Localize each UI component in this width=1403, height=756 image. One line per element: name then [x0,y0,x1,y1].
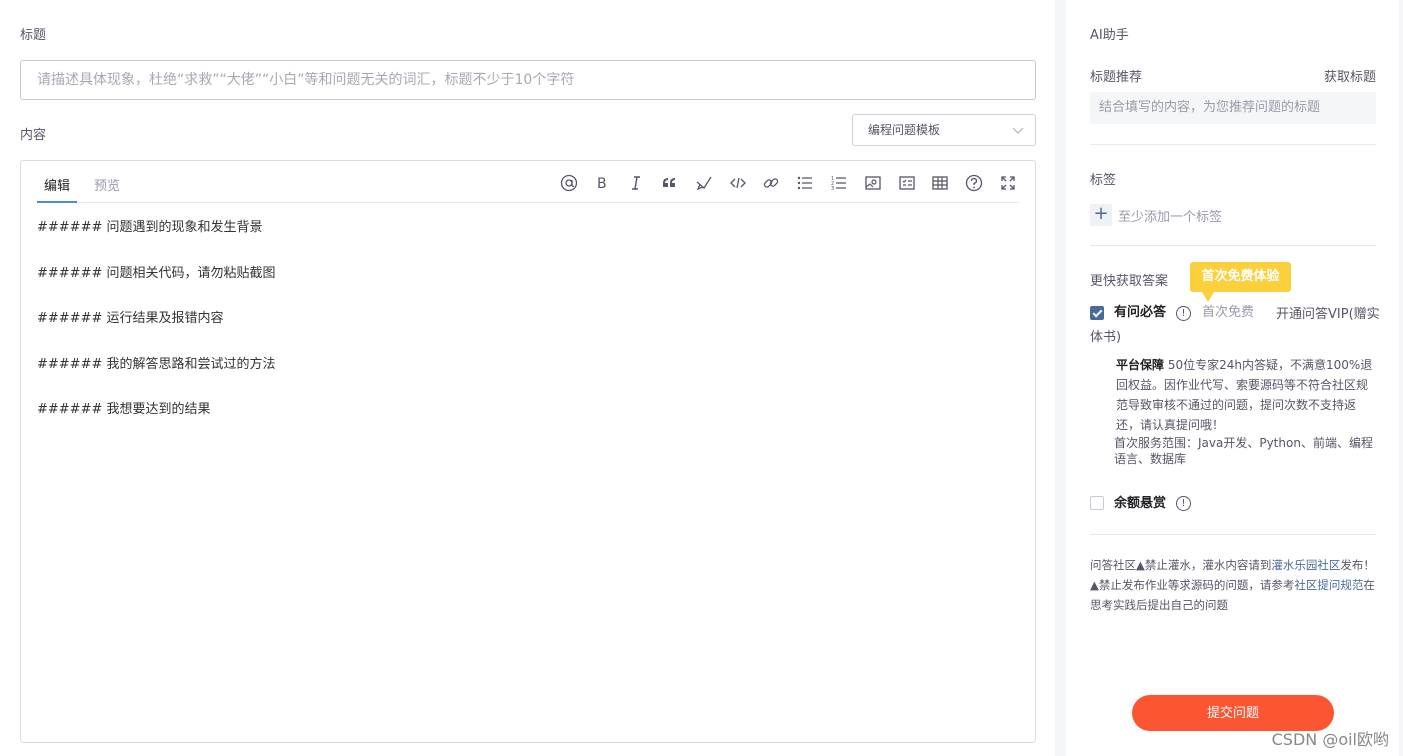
add-tag-label: 至少添加一个标签 [1118,209,1223,225]
chevron-down-icon [1012,127,1024,134]
guarantee-title: 平台保障 [1116,358,1165,372]
community-notice: 问答社区▲禁止灌水，灌水内容请到灌水乐园社区发布！▲禁止发布作业等求源码的问题，… [1090,555,1380,615]
info-icon[interactable]: ! [1176,496,1191,511]
community-rules-link[interactable]: 社区提问规范 [1294,578,1363,592]
water-park-link[interactable]: 灌水乐园社区 [1271,558,1340,572]
question-editor-panel: 标题 请描述具体现象，杜绝“求救”“大佬”“小白”等和问题无关的词汇，标题不少于… [0,0,1055,756]
content-line: ###### 我想要达到的结果 [37,402,211,417]
at-icon[interactable] [558,172,580,194]
active-tab-indicator [37,201,77,203]
title-recommend-box[interactable]: 结合填写的内容，为您推荐问题的标题 [1090,92,1376,124]
notice-text: 问答社区▲禁止灌水，灌水内容请到 [1090,558,1272,572]
italic-icon[interactable] [625,172,647,194]
content-line: ###### 运行结果及报错内容 [37,311,224,326]
tab-preview[interactable]: 预览 [94,175,120,194]
title-input[interactable]: 请描述具体现象，杜绝“求救”“大佬”“小白”等和问题无关的词汇，标题不少于10个… [20,60,1036,100]
content-line: ###### 问题遇到的现象和发生背景 [37,220,263,235]
plus-icon: + [1090,204,1112,226]
title-label: 标题 [20,28,47,43]
content-line: ###### 我的解答思路和尝试过的方法 [37,356,276,372]
balance-reward-label: 余额悬赏 [1114,496,1167,511]
svg-text:B: B [597,176,607,192]
code-icon[interactable] [727,172,749,194]
table-icon[interactable] [929,172,951,194]
checklist-icon[interactable] [896,172,918,194]
add-tag-button[interactable]: + 至少添加一个标签 [1090,204,1222,226]
bold-icon[interactable]: B [591,172,613,194]
service-scope: 首次服务范围：Java开发、Python、前端、编程语言、数据库 [1114,436,1373,466]
content-label: 内容 [20,128,47,143]
watermark: CSDN @oil欧哟 [1271,730,1389,749]
divider [1090,245,1376,246]
image-icon[interactable] [862,172,884,194]
ai-assistant-label: AI助手 [1090,28,1129,43]
ordered-list-icon[interactable]: 123 [828,172,850,194]
tab-edit[interactable]: 编辑 [44,175,70,194]
get-title-link[interactable]: 获取标题 [1324,66,1376,85]
markdown-editor: 编辑 预览 B 123 ###### 问题遇到的现象和发生背景 ###### 问… [20,160,1036,743]
balance-reward-checkbox[interactable] [1090,496,1104,510]
free-trial-badge: 首次免费体验 [1190,262,1291,292]
unordered-list-icon[interactable] [794,172,816,194]
fullscreen-icon[interactable] [997,172,1019,194]
faster-answer-label: 更快获取答案 [1090,274,1169,289]
divider [1090,534,1376,535]
template-select[interactable]: 编程问题模板 [852,114,1036,146]
template-select-value: 编程问题模板 [868,123,941,137]
quote-icon[interactable] [659,172,681,194]
divider [1090,144,1376,145]
editor-toolbar: B 123 [546,172,1019,194]
editor-content[interactable]: ###### 问题遇到的现象和发生背景 ###### 问题相关代码，请勿粘贴截图… [37,219,276,447]
tags-label: 标签 [1090,173,1117,188]
title-recommend-label: 标题推荐 [1090,70,1143,85]
svg-text:3: 3 [831,186,834,192]
sidebar: AI助手 标题推荐 获取标题 结合填写的内容，为您推荐问题的标题 标签 + 至少… [1066,0,1399,756]
content-line: ###### 问题相关代码，请勿粘贴截图 [37,265,276,281]
guarantee-text: 平台保障 50位专家24h内答疑，不满意100%退回权益。因作业代写、索要源码等… [1116,355,1374,435]
brush-icon[interactable] [693,172,715,194]
link-icon[interactable] [760,172,782,194]
open-vip-link[interactable]: 开通问答VIP(赠实体书) [1090,303,1380,349]
badge-tail [1202,292,1214,302]
help-icon[interactable] [963,172,985,194]
